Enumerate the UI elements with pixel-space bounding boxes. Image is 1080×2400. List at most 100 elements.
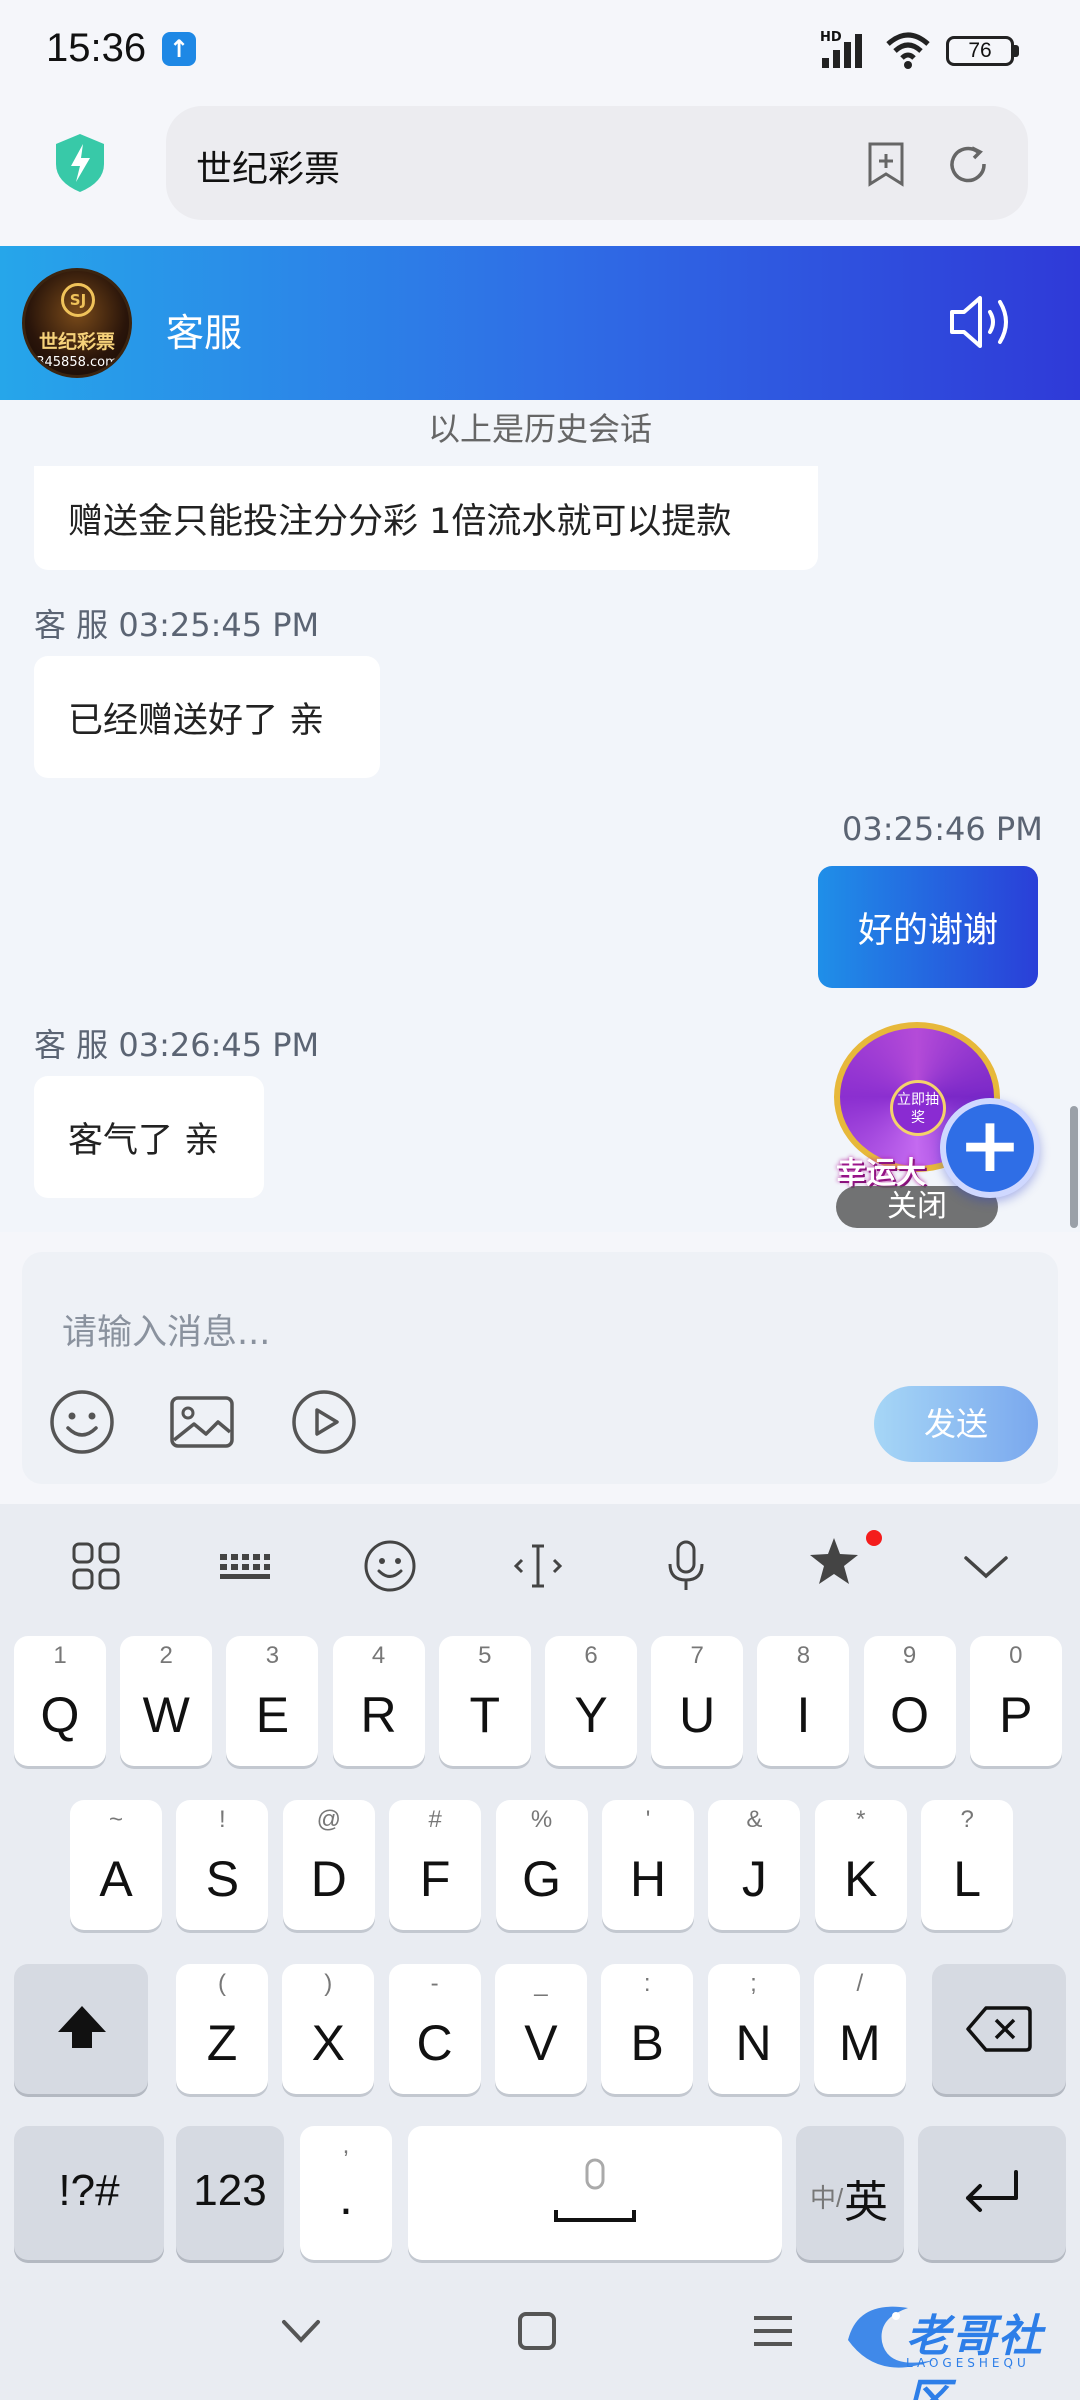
key-secondary-label: '	[645, 1806, 651, 1833]
reload-icon[interactable]	[944, 140, 992, 188]
symbols-key[interactable]: !?#	[14, 2126, 164, 2260]
punctuation-key-label: .	[339, 2169, 353, 2225]
language-key-main: 英	[844, 2178, 888, 2227]
wheel-draw-button[interactable]: 立即抽奖	[890, 1080, 946, 1136]
add-floating-button[interactable]: +	[940, 1098, 1040, 1198]
language-switch-key[interactable]: 中/ 英	[796, 2126, 904, 2260]
emoji-icon[interactable]	[46, 1386, 118, 1458]
key-label: U	[679, 1687, 716, 1743]
key-l[interactable]: ? L	[921, 1800, 1014, 1930]
key-secondary-label: #	[428, 1806, 442, 1833]
emoji-keyboard-icon[interactable]	[360, 1536, 420, 1596]
key-m[interactable]: / M	[813, 1964, 906, 2094]
backspace-icon	[966, 2006, 1032, 2052]
battery-tip	[1014, 45, 1019, 57]
key-secondary-label: )	[324, 1970, 333, 1997]
key-k[interactable]: * K	[814, 1800, 907, 1930]
microphone-icon[interactable]	[656, 1536, 716, 1596]
key-w[interactable]: 2W	[120, 1636, 213, 1766]
apps-grid-icon[interactable]	[66, 1536, 126, 1596]
key-label: P	[999, 1687, 1033, 1743]
key-secondary-label: %	[530, 1806, 553, 1833]
key-label: N	[735, 2015, 772, 2071]
key-f[interactable]: # F	[389, 1800, 482, 1930]
key-a[interactable]: ~ A	[70, 1800, 162, 1930]
key-secondary-label: 1	[53, 1642, 67, 1669]
key-y[interactable]: 6Y	[545, 1636, 637, 1766]
message-meta: 客 服 03:26:45 PM	[34, 1026, 320, 1064]
ai-star-icon[interactable]	[804, 1532, 864, 1592]
key-r[interactable]: 4R	[332, 1636, 425, 1766]
key-g[interactable]: % G	[495, 1800, 588, 1930]
key-o[interactable]: 9O	[863, 1636, 956, 1766]
key-n[interactable]: ; N	[707, 1964, 800, 2094]
shift-key[interactable]	[14, 1964, 148, 2094]
wifi-icon	[886, 32, 930, 69]
key-secondary-label: 7	[690, 1642, 704, 1669]
key-b[interactable]: :B	[601, 1964, 694, 2094]
key-label: E	[255, 1687, 290, 1743]
key-secondary-label: 4	[371, 1642, 386, 1669]
key-label: W	[142, 1687, 190, 1743]
key-z[interactable]: (Z	[176, 1964, 268, 2094]
message-input-placeholder[interactable]: 请输入消息...	[62, 1304, 270, 1355]
battery-indicator: 76	[946, 36, 1014, 66]
message-bubble-agent: 已经赠送好了 亲	[34, 656, 380, 778]
key-i[interactable]: 8I	[757, 1636, 850, 1766]
send-button[interactable]: 发送	[874, 1386, 1038, 1462]
key-q[interactable]: 1Q	[14, 1636, 106, 1766]
key-label: J	[741, 1851, 767, 1907]
security-shield-icon[interactable]	[52, 132, 108, 194]
space-key[interactable]	[408, 2126, 782, 2260]
numbers-key[interactable]: 123	[176, 2126, 284, 2260]
key-label: M	[838, 2015, 881, 2071]
key-e[interactable]: 3E	[226, 1636, 319, 1766]
key-label: T	[469, 1687, 501, 1743]
key-label: Z	[206, 2015, 238, 2071]
key-c[interactable]: -C	[388, 1964, 481, 2094]
key-d[interactable]: @ D	[282, 1800, 375, 1930]
cursor-icon[interactable]	[508, 1536, 568, 1596]
nav-back-icon[interactable]	[276, 2306, 326, 2356]
image-icon[interactable]	[166, 1386, 238, 1458]
language-key-small: 中/	[810, 2183, 844, 2213]
nav-menu-icon[interactable]	[748, 2306, 798, 2356]
punctuation-key[interactable]: , .	[300, 2126, 392, 2260]
key-label: Y	[574, 1687, 608, 1743]
page-title[interactable]: 世纪彩票	[196, 140, 340, 192]
key-label: H	[629, 1851, 667, 1907]
key-p[interactable]: 0P	[969, 1636, 1062, 1766]
space-mic-icon	[554, 2158, 636, 2222]
key-s[interactable]: ! S	[176, 1800, 269, 1930]
key-secondary-label: 2	[159, 1642, 173, 1669]
key-secondary-label: _	[534, 1970, 548, 1997]
key-v[interactable]: _ V	[494, 1964, 587, 2094]
key-secondary-label: 0	[1009, 1642, 1023, 1669]
video-icon[interactable]	[288, 1386, 360, 1458]
history-notice: 以上是历史会话	[427, 410, 652, 448]
key-j[interactable]: & J	[708, 1800, 801, 1930]
symbols-key-label: !?#	[58, 2166, 120, 2215]
key-label: R	[360, 1687, 397, 1743]
key-label: Q	[40, 1687, 80, 1743]
key-secondary-label: ?	[960, 1806, 974, 1833]
keyboard-layout-icon[interactable]	[214, 1536, 274, 1596]
scrollbar[interactable]	[1070, 1106, 1078, 1228]
nav-home-icon[interactable]	[512, 2306, 562, 2356]
shift-icon	[58, 2006, 106, 2048]
key-h[interactable]: ' H	[602, 1800, 694, 1930]
key-label: A	[99, 1851, 133, 1907]
key-u[interactable]: 7U	[651, 1636, 744, 1766]
speaker-icon[interactable]	[946, 290, 1016, 354]
key-label: C	[416, 2015, 453, 2071]
key-label: D	[310, 1851, 347, 1907]
add-bookmark-icon[interactable]	[864, 140, 908, 188]
chat-header	[0, 246, 1080, 400]
chevron-down-icon[interactable]	[956, 1536, 1016, 1596]
key-label: S	[205, 1851, 240, 1907]
backspace-key[interactable]	[932, 1964, 1066, 2094]
key-x[interactable]: ) X	[282, 1964, 375, 2094]
key-label: V	[524, 2015, 558, 2071]
enter-key[interactable]	[918, 2126, 1066, 2260]
key-t[interactable]: 5T	[438, 1636, 531, 1766]
